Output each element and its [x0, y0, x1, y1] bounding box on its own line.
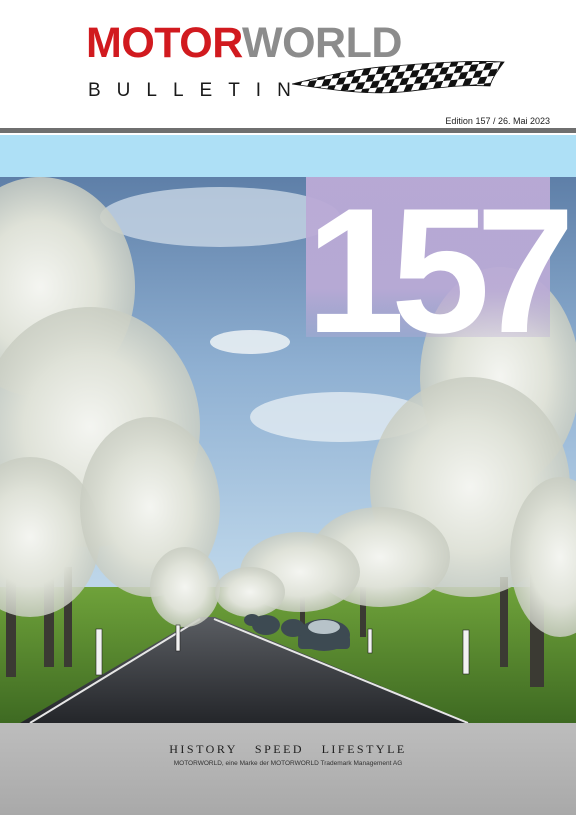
header-rule [0, 128, 576, 133]
brand-logo-motor: MOTOR [86, 19, 242, 67]
footer-tagline: HISTORY SPEED LIFESTYLE [169, 742, 407, 756]
footer-legal: MOTORWORLD, eine Marke der MOTORWORLD Tr… [173, 760, 403, 767]
masthead: MOTORWORLD BULLETIN Edition 157 / 26. Ma… [0, 0, 576, 130]
bulletin-subtitle: BULLETIN [88, 80, 307, 101]
footer-band [0, 723, 576, 815]
issue-number: 157 [306, 171, 575, 370]
edition-line: Edition 157 / 26. Mai 2023 [445, 116, 550, 126]
checkered-flag-icon [292, 61, 505, 94]
